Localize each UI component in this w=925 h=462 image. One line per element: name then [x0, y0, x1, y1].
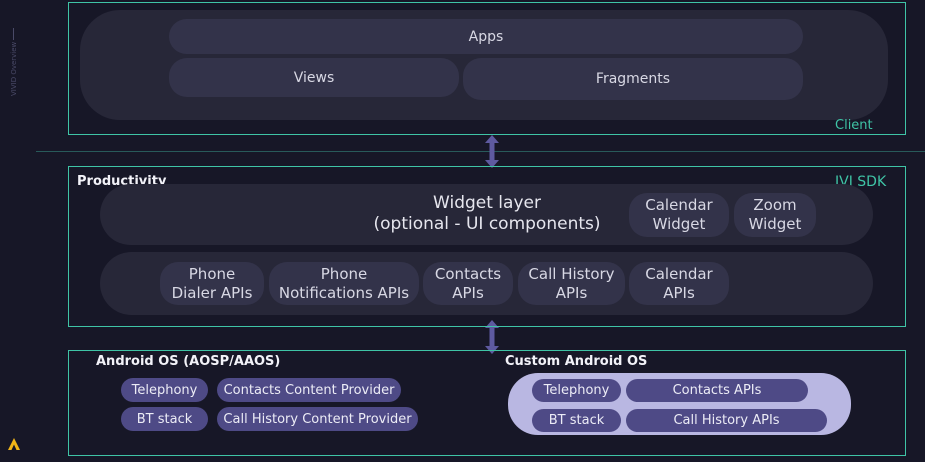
- side-rule: [13, 28, 14, 40]
- calendar-apis: Calendar APIs: [629, 262, 729, 305]
- widget-layer-text: Widget layer (optional - UI components): [360, 189, 614, 239]
- brand-logo-icon: [8, 438, 20, 450]
- calendar-widget-line1: Calendar: [645, 196, 713, 214]
- section-divider: [36, 151, 925, 152]
- api-line1: Call History: [528, 264, 615, 283]
- call-history-apis: Call History APIs: [518, 262, 625, 305]
- widget-layer-line2: (optional - UI components): [373, 214, 601, 234]
- api-line2: Notifications APIs: [278, 283, 410, 302]
- apps-block: Apps: [169, 19, 803, 54]
- android-os-title: Android OS (AOSP/AAOS): [96, 354, 281, 369]
- custom-bt-stack: BT stack: [532, 409, 621, 432]
- zoom-widget-line2: Widget: [748, 215, 802, 233]
- fragments-block: Fragments: [463, 58, 803, 100]
- custom-telephony: Telephony: [532, 379, 621, 402]
- custom-contacts-apis: Contacts APIs: [626, 379, 808, 402]
- api-line1: Calendar: [645, 264, 713, 283]
- android-contacts-content-provider: Contacts Content Provider: [217, 378, 401, 402]
- zoom-widget-line1: Zoom: [753, 196, 797, 214]
- client-label: Client: [835, 118, 873, 133]
- double-arrow-icon: [485, 135, 499, 168]
- phone-dialer-apis: Phone Dialer APIs: [160, 262, 264, 305]
- widget-layer-line1: Widget layer: [433, 193, 541, 213]
- zoom-widget: Zoom Widget: [734, 193, 816, 237]
- api-line1: Phone: [320, 264, 368, 283]
- api-line1: Contacts: [434, 264, 502, 283]
- android-telephony: Telephony: [121, 378, 208, 402]
- custom-call-history-apis: Call History APIs: [626, 409, 827, 432]
- views-block: Views: [169, 58, 459, 97]
- custom-android-os-title: Custom Android OS: [505, 354, 648, 369]
- android-call-history-content-provider: Call History Content Provider: [217, 407, 418, 431]
- api-line2: APIs: [555, 283, 588, 302]
- phone-notifications-apis: Phone Notifications APIs: [269, 262, 419, 305]
- contacts-apis: Contacts APIs: [423, 262, 513, 305]
- api-line2: Dialer APIs: [171, 283, 253, 302]
- android-bt-stack: BT stack: [121, 407, 208, 431]
- calendar-widget-line2: Widget: [652, 215, 706, 233]
- api-line2: APIs: [452, 283, 484, 302]
- api-line1: Phone: [188, 264, 236, 283]
- api-line2: APIs: [663, 283, 695, 302]
- calendar-widget: Calendar Widget: [629, 193, 729, 237]
- side-label: VIVID Overview: [10, 42, 18, 97]
